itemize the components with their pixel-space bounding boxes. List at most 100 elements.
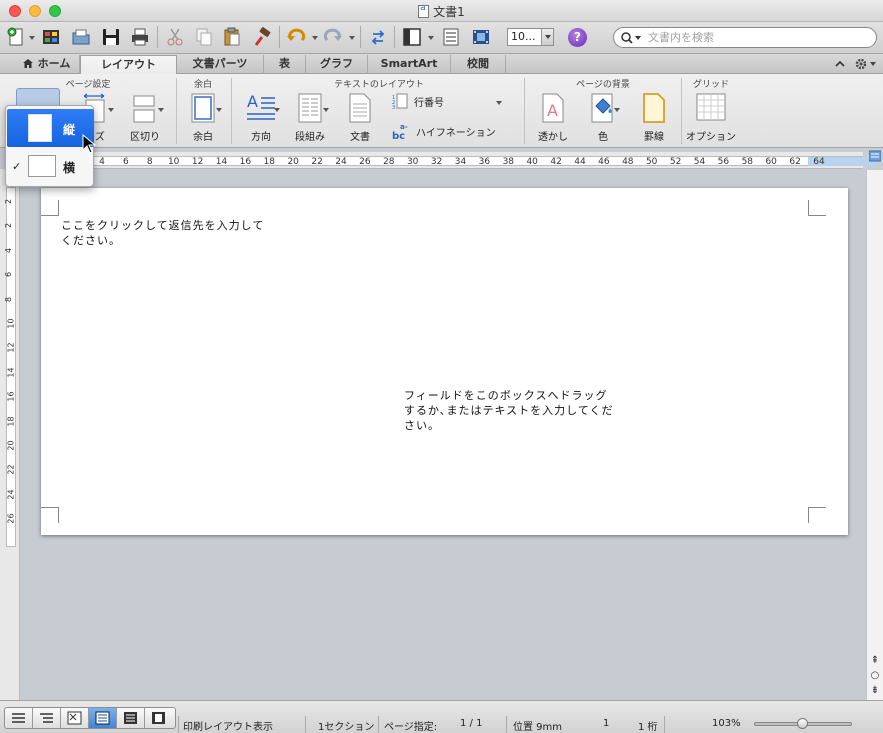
ruler-toggle-icon[interactable] <box>869 150 881 162</box>
line-numbers-menu-arrow[interactable] <box>496 101 502 105</box>
focus-view-button[interactable] <box>145 708 173 728</box>
delivery-address-field[interactable]: フィールドをこのボックスへドラッグするか､またはテキストを入力してください。 <box>404 388 614 433</box>
ruler-tick-label: 14 <box>6 367 16 378</box>
hyphenation-button[interactable]: a-bc ハイフネーション <box>392 122 512 142</box>
outline-view-button[interactable] <box>33 708 61 728</box>
tab-layout[interactable]: レイアウト <box>80 55 177 75</box>
outline-view-icon <box>40 713 53 723</box>
margins-button[interactable]: 余白 <box>184 90 222 143</box>
tab-home[interactable]: ホーム <box>14 55 80 74</box>
ruler-tick-label: 42 <box>550 157 562 167</box>
vertical-ruler[interactable]: 2 2 4 6 8 10 12 14 16 18 20 22 24 26 <box>0 169 20 700</box>
tab-smartart[interactable]: SmartArt <box>368 55 451 74</box>
publishing-view-icon <box>67 711 82 725</box>
margins-label: 余白 <box>193 132 213 143</box>
collapse-ribbon-icon[interactable] <box>834 58 846 70</box>
columns-menu-arrow[interactable] <box>323 108 329 112</box>
media-browser-button[interactable] <box>470 26 492 48</box>
group-separator <box>681 78 682 144</box>
zoom-slider-knob[interactable] <box>797 718 808 729</box>
templates-button[interactable] <box>40 26 62 48</box>
tab-document-elements[interactable]: 文書パーツ <box>177 55 264 74</box>
svg-text:bc: bc <box>392 131 405 140</box>
undo-menu-arrow[interactable] <box>312 36 318 40</box>
size-menu-arrow[interactable] <box>108 108 114 112</box>
document-canvas[interactable]: ここをクリックして返信先を入力してください。 フィールドをこのボックスへドラッグ… <box>21 170 866 700</box>
portrait-page-icon <box>28 114 52 142</box>
ruler-tick-label: 28 <box>383 157 395 167</box>
print-layout-view-icon <box>95 711 110 725</box>
ruler-tick-label: 8 <box>146 157 153 167</box>
title-bar: 文書1 <box>0 0 883 22</box>
ruler-tick-label: 56 <box>717 157 730 167</box>
toolbox-button[interactable] <box>440 26 462 48</box>
horizontal-ruler[interactable]: 4 6 8 10 12 14 16 18 20 22 24 26 28 30 32 34 36 38 40 42 44 4… <box>25 152 878 169</box>
ruler-tick-label: 6 <box>123 157 129 167</box>
copy-button[interactable] <box>193 26 215 48</box>
text-direction-button[interactable]: A 方向 <box>240 90 282 143</box>
breaks-button[interactable]: 区切り <box>126 90 164 143</box>
help-button[interactable]: ? <box>568 28 587 47</box>
new-document-menu-arrow[interactable] <box>29 36 35 40</box>
tab-charts[interactable]: グラフ <box>306 55 368 74</box>
grid-options-button[interactable]: オプション <box>684 90 738 143</box>
breaks-menu-arrow[interactable] <box>158 108 164 112</box>
redo-menu-arrow[interactable] <box>349 36 355 40</box>
open-button[interactable] <box>70 26 92 48</box>
previous-page-icon[interactable]: ⇞ <box>868 654 882 668</box>
orientation-landscape-item[interactable]: ✓ 横 <box>7 147 94 185</box>
cut-button[interactable] <box>164 26 186 48</box>
browse-object-icon[interactable]: ○ <box>868 669 882 683</box>
tab-tables[interactable]: 表 <box>264 55 306 74</box>
page-color-button[interactable]: 色 <box>583 90 623 143</box>
print-button[interactable] <box>129 26 151 48</box>
crop-mark <box>808 507 826 523</box>
ruler-tick-label: 62 <box>789 157 801 167</box>
ruler-tick-label: 40 <box>526 157 538 167</box>
ruler-tick-label: 6 <box>4 272 14 278</box>
format-painter-button[interactable] <box>251 26 273 48</box>
orientation-portrait-item[interactable]: 縦 <box>7 109 94 147</box>
undo-button[interactable] <box>285 26 307 48</box>
new-document-button[interactable] <box>5 26 27 48</box>
zoom-combo[interactable]: 10... <box>507 28 554 46</box>
watermark-button[interactable]: A 透かし <box>533 90 573 143</box>
toggle-arrows-button[interactable] <box>367 26 389 48</box>
envelope-page[interactable]: ここをクリックして返信先を入力してください。 フィールドをこのボックスへドラッグ… <box>41 188 848 535</box>
line-numbers-label: 行番号 <box>414 98 444 109</box>
page-color-menu-arrow[interactable] <box>614 108 620 112</box>
tab-review[interactable]: 校閲 <box>451 55 506 74</box>
margins-menu-arrow[interactable] <box>216 108 222 112</box>
print-layout-view-button[interactable] <box>89 708 117 728</box>
zoom-slider[interactable] <box>754 718 852 729</box>
sidebar-button[interactable] <box>401 26 423 48</box>
return-address-field[interactable]: ここをクリックして返信先を入力してください。 <box>61 218 266 248</box>
notebook-view-button[interactable] <box>117 708 145 728</box>
next-page-icon[interactable]: ⇟ <box>868 684 882 698</box>
draft-view-button[interactable] <box>5 708 33 728</box>
sidebar-menu-arrow[interactable] <box>428 36 434 40</box>
document-icon <box>418 3 430 18</box>
page-indicator[interactable]: 1 / 1 <box>460 718 482 729</box>
save-button[interactable] <box>100 26 122 48</box>
zoom-combo-dropdown[interactable] <box>541 29 553 45</box>
ruler-tick-label: 60 <box>765 157 777 167</box>
paintbrush-icon <box>254 27 271 46</box>
page-borders-button[interactable]: 罫線 <box>634 90 674 143</box>
group-separator <box>524 78 525 144</box>
direction-menu-arrow[interactable] <box>274 108 280 112</box>
gear-icon[interactable] <box>853 56 879 72</box>
search-icon[interactable] <box>620 31 644 45</box>
paste-button[interactable] <box>221 26 243 48</box>
redo-button[interactable] <box>322 26 344 48</box>
status-separator <box>378 716 379 733</box>
ruler-tick-label: 58 <box>741 157 754 167</box>
line-numbers-button[interactable]: 1 2 3 行番号 <box>392 93 502 111</box>
columns-button[interactable]: 段組み <box>290 90 330 143</box>
vertical-scrollbar[interactable]: ⇞ ○ ⇟ <box>866 170 883 700</box>
publishing-view-button[interactable] <box>61 708 89 728</box>
search-input[interactable] <box>648 30 870 45</box>
status-separator <box>664 716 665 733</box>
group-separator <box>176 78 177 144</box>
document-button[interactable]: 文書 <box>340 90 380 143</box>
